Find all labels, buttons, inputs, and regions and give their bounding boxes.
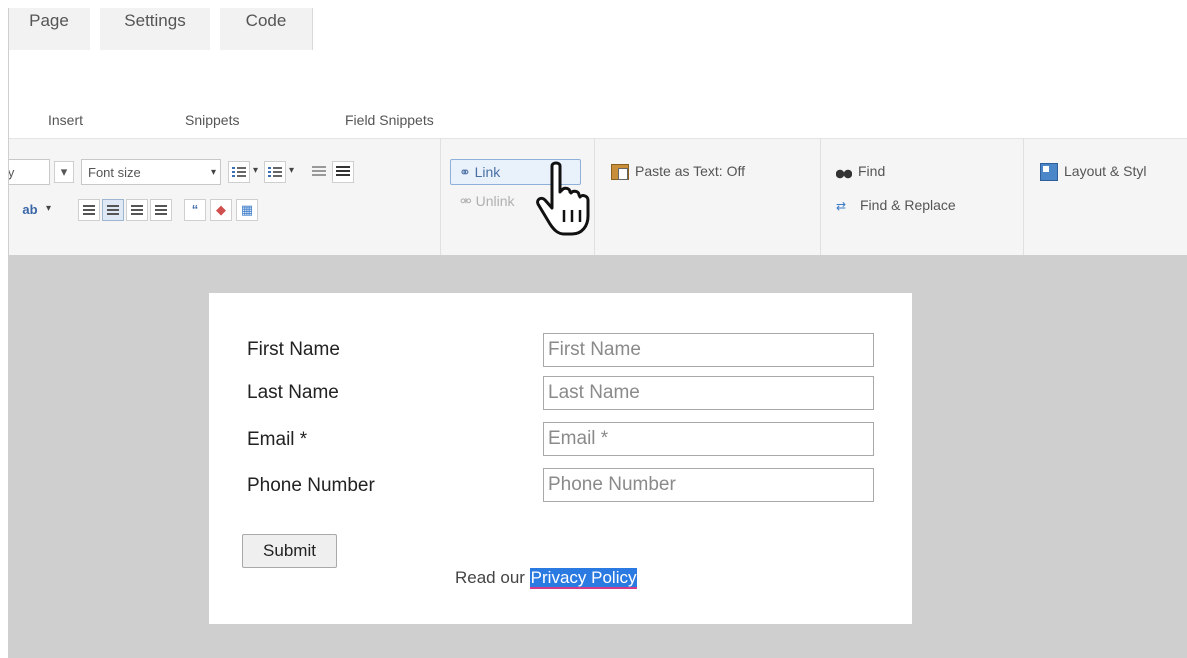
phone-number-label: Phone Number <box>247 475 375 496</box>
phone-number-input[interactable]: Phone Number <box>543 468 874 502</box>
binoculars-icon <box>836 165 852 180</box>
justify-button[interactable] <box>150 199 172 221</box>
ribbon-separator <box>594 139 595 255</box>
align-left-icon <box>83 205 95 215</box>
last-name-input[interactable]: Last Name <box>543 376 874 410</box>
chevron-down-icon[interactable]: ▾ <box>46 203 51 214</box>
align-center-button[interactable] <box>102 199 124 221</box>
hand-cursor-icon <box>536 161 590 236</box>
align-right-button[interactable] <box>126 199 148 221</box>
align-left-button[interactable] <box>78 199 100 221</box>
layout-icon <box>1040 163 1058 182</box>
align-right-icon <box>131 205 143 215</box>
chevron-down-icon: ▾ <box>210 167 216 178</box>
paste-text-icon <box>611 164 629 181</box>
window-edge <box>8 8 9 658</box>
chevron-down-icon: ▾ <box>60 164 68 179</box>
eraser-icon: ◆ <box>216 202 226 217</box>
submit-button[interactable]: Submit <box>242 534 337 568</box>
privacy-policy-link[interactable]: Privacy Policy <box>529 568 638 589</box>
editor-window: Page Settings Code Insert Snippets Field… <box>8 8 1187 658</box>
remove-format-button[interactable]: ◆ <box>210 199 232 221</box>
last-name-label: Last Name <box>247 382 339 403</box>
tab-settings-label: Settings <box>124 11 186 30</box>
justify-icon <box>155 205 167 215</box>
font-family-dropdown-button[interactable]: ▾ <box>54 161 74 183</box>
form-preview: First Name First Name Last Name Last Nam… <box>209 293 912 624</box>
email-label: Email * <box>247 429 308 450</box>
tab-page-label: Page <box>29 11 69 30</box>
unlink-button[interactable]: ⚮ Unlink <box>460 193 515 210</box>
layout-style-label: Layout & Styl <box>1064 163 1147 179</box>
find-replace-button[interactable]: ⇄ Find & Replace <box>836 195 956 215</box>
top-tab-bar: Page Settings Code <box>8 8 1187 51</box>
table-icon: ▦ <box>240 202 254 217</box>
ribbon-tab-insert[interactable]: Insert <box>48 112 83 128</box>
find-replace-icon: ⇄ <box>836 199 847 214</box>
indent-button[interactable] <box>332 161 354 183</box>
ribbon-separator <box>440 139 441 255</box>
blockquote-button[interactable]: “ <box>184 199 206 221</box>
chevron-down-icon[interactable]: ▾ <box>253 165 258 176</box>
ribbon-tab-bar: Insert Snippets Field Snippets <box>8 50 1187 138</box>
font-family-select[interactable]: ly <box>8 159 50 185</box>
outdent-button[interactable] <box>308 161 330 183</box>
first-name-label: First Name <box>247 339 340 360</box>
chevron-down-icon[interactable]: ▾ <box>289 165 294 176</box>
highlight-color-icon: ab <box>22 202 38 217</box>
ribbon-tab-snippets[interactable]: Snippets <box>185 112 239 128</box>
table-button[interactable]: ▦ <box>236 199 258 221</box>
privacy-policy-line: Read our Privacy Policy <box>455 568 638 589</box>
paste-as-text-button[interactable]: Paste as Text: Off <box>611 161 745 181</box>
numbered-list-button[interactable] <box>264 161 286 183</box>
find-button[interactable]: Find <box>836 161 885 181</box>
ribbon-tab-field-snippets[interactable]: Field Snippets <box>345 112 434 128</box>
layout-style-button[interactable]: Layout & Styl <box>1040 161 1147 182</box>
tab-code[interactable]: Code <box>220 8 313 50</box>
tab-page[interactable]: Page <box>8 8 91 50</box>
bullet-list-button[interactable] <box>228 161 250 183</box>
ribbon-toolbar: ly ▾ Font size ▾ ▾ ▾ ab ▾ “ ◆ ▦ ⚭ Link ⚮… <box>8 138 1187 256</box>
ribbon-separator <box>820 139 821 255</box>
unlink-icon: ⚮ <box>460 193 472 209</box>
policy-prefix-text: Read our <box>455 568 525 587</box>
align-center-icon <box>107 205 119 215</box>
tab-code-label: Code <box>245 11 287 30</box>
highlight-color-button[interactable]: ab <box>14 199 46 221</box>
unlink-label: Unlink <box>475 193 515 209</box>
first-name-input[interactable]: First Name <box>543 333 874 367</box>
link-icon: ⚭ <box>459 164 471 180</box>
font-size-select[interactable]: Font size ▾ <box>81 159 221 185</box>
link-label: Link <box>474 164 501 180</box>
find-label: Find <box>858 163 886 179</box>
ribbon-separator <box>1023 139 1024 255</box>
tab-settings[interactable]: Settings <box>100 8 211 50</box>
font-size-label: Font size <box>88 165 141 180</box>
bullet-list-icon <box>232 166 246 178</box>
find-replace-label: Find & Replace <box>860 197 956 213</box>
email-input[interactable]: Email * <box>543 422 874 456</box>
paste-as-text-label: Paste as Text: Off <box>635 163 745 179</box>
outdent-icon <box>312 166 326 178</box>
numbered-list-icon <box>268 166 282 178</box>
indent-icon <box>336 166 350 178</box>
blockquote-icon: “ <box>191 202 199 217</box>
